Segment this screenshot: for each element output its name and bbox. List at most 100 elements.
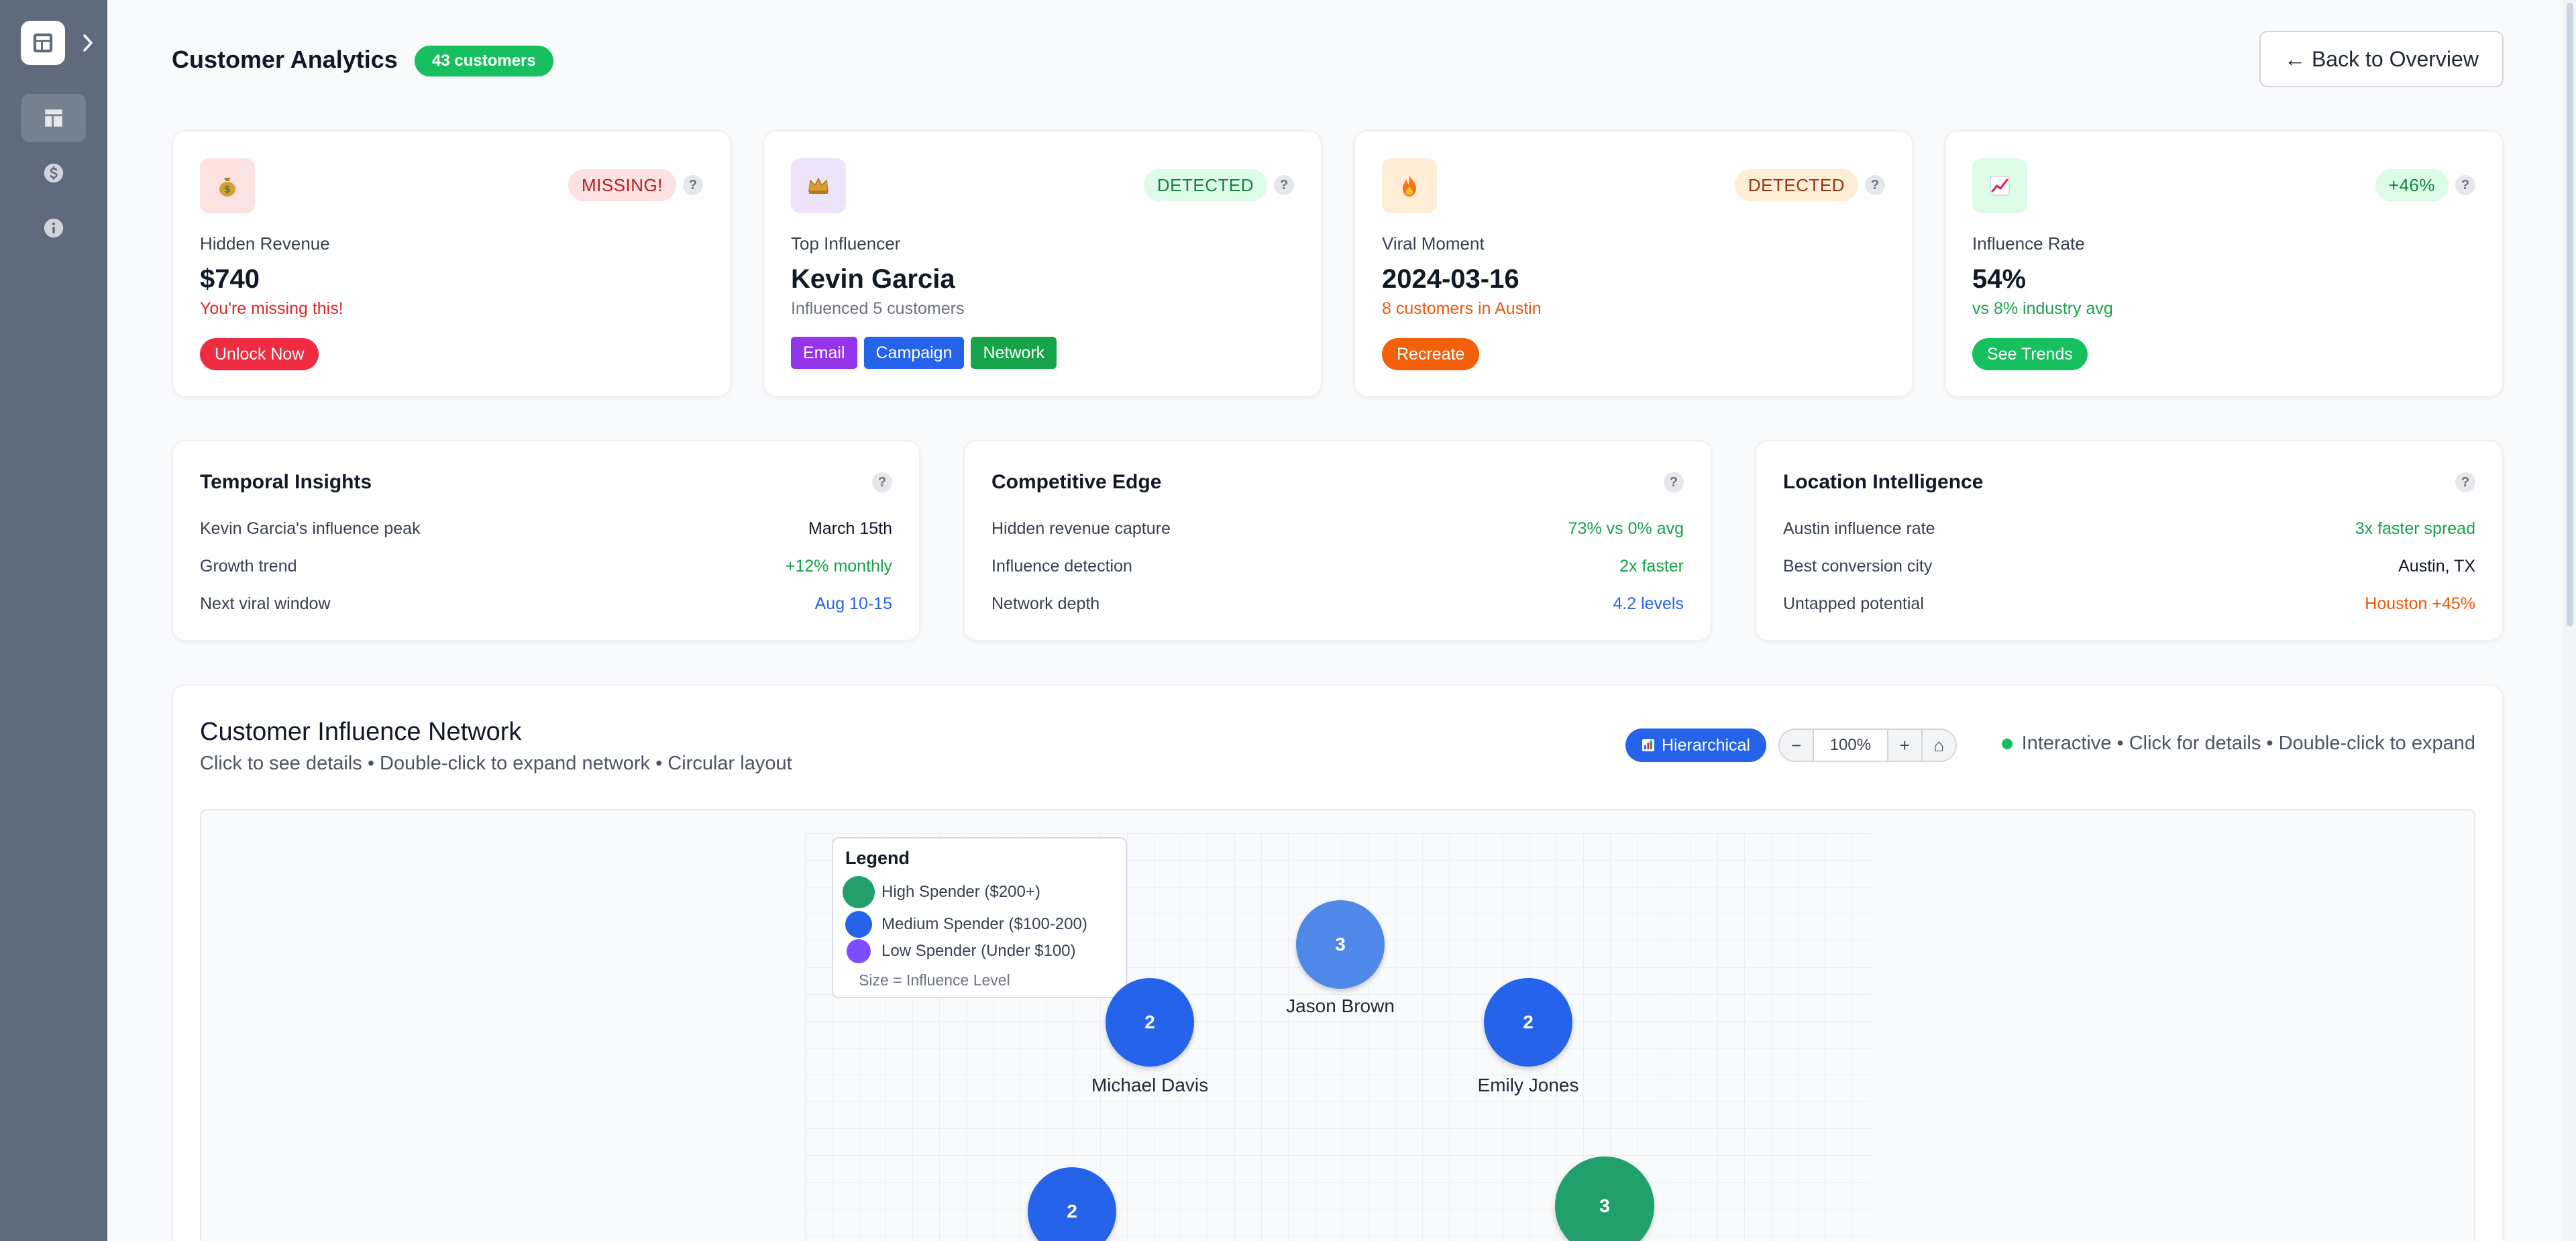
stat-value: $740 (200, 264, 260, 294)
sidebar (0, 0, 107, 1241)
stat-value: 2024-03-16 (1382, 264, 1519, 294)
network-subtitle: Click to see details • Double-click to e… (200, 753, 792, 774)
back-to-overview-button[interactable]: ← Back to Overview (2259, 31, 2504, 87)
insight-row: Influence detection 2x faster (991, 553, 1684, 580)
insight-key: Next viral window (200, 594, 331, 613)
legend-title: Legend (845, 848, 910, 868)
insight-key: Untapped potential (1783, 594, 1924, 613)
customer-count-badge: 43 customers (415, 46, 553, 76)
legend-dot-low (847, 939, 871, 963)
insight-value: Houston +45% (2365, 594, 2475, 613)
chart-increasing-icon (1972, 158, 2027, 213)
help-button[interactable]: ? (1664, 472, 1684, 492)
stat-value: Kevin Garcia (791, 264, 955, 294)
crown-icon (791, 158, 846, 213)
insight-value: 2x faster (1619, 556, 1684, 576)
insight-card-competitive: Competitive Edge ? Hidden revenue captur… (963, 440, 1712, 641)
zoom-controls: − 100% + ⌂ (1778, 729, 1957, 762)
insight-key: Hidden revenue capture (991, 519, 1171, 538)
legend-dot-medium (845, 911, 872, 938)
insight-row: Growth trend +12% monthly (200, 553, 892, 580)
insight-value: 4.2 levels (1613, 594, 1684, 613)
page-scrollbar[interactable] (2563, 0, 2576, 1241)
insight-row: Network depth 4.2 levels (991, 590, 1684, 617)
stat-subtext: vs 8% industry avg (1972, 299, 2113, 318)
legend-note: Size = Influence Level (859, 971, 1010, 989)
network-node-emily-jones[interactable]: 2 (1484, 978, 1572, 1067)
network-node-jason-brown[interactable]: 3 (1296, 900, 1385, 989)
legend-item-low: Low Spender (Under $100) (845, 939, 1076, 963)
stat-status-badge: DETECTED (1143, 169, 1267, 201)
sidebar-item-dashboard[interactable] (21, 94, 86, 142)
network-canvas[interactable]: Legend High Spender ($200+) Medium Spend… (200, 809, 2475, 1241)
insight-value: 3x faster spread (2355, 519, 2475, 538)
legend-label: Low Spender (Under $100) (881, 942, 1076, 960)
insight-title: Location Intelligence (1783, 471, 1984, 493)
scrollbar-thumb[interactable] (2567, 3, 2573, 627)
info-icon (44, 218, 64, 238)
layout-toggle-button[interactable]: Hierarchical (1625, 729, 1766, 762)
insight-row: Kevin Garcia's influence peak March 15th (200, 515, 892, 542)
network-hint-text: Interactive • Click for details • Double… (2021, 733, 2475, 754)
stat-status-badge: +46% (2375, 169, 2449, 201)
help-button[interactable]: ? (2455, 175, 2475, 195)
stat-label: Top Influencer (791, 233, 901, 254)
insight-key: Kevin Garcia's influence peak (200, 519, 421, 538)
recreate-button[interactable]: Recreate (1382, 338, 1480, 370)
channel-tags: Email Campaign Network (791, 337, 1057, 369)
tag-campaign[interactable]: Campaign (863, 337, 965, 369)
insight-row: Hidden revenue capture 73% vs 0% avg (991, 515, 1684, 542)
legend-item-high: High Spender ($200+) (843, 876, 1040, 908)
main-content: Customer Analytics 43 customers ← Back t… (107, 0, 2563, 1241)
fire-icon (1382, 158, 1437, 213)
layout-button-label: Hierarchical (1662, 735, 1750, 755)
insight-value: Austin, TX (2398, 556, 2475, 576)
legend-label: Medium Spender ($100-200) (881, 915, 1087, 933)
zoom-level: 100% (1813, 730, 1888, 761)
help-button[interactable]: ? (1865, 175, 1885, 195)
tag-email[interactable]: Email (791, 337, 857, 369)
stat-card-influence-rate: +46% ? Influence Rate 54% vs 8% industry… (1944, 130, 2504, 397)
insight-title: Temporal Insights (200, 471, 372, 493)
insight-value: Aug 10-15 (814, 594, 892, 613)
insight-title: Competitive Edge (991, 471, 1162, 493)
stat-value: 54% (1972, 264, 2027, 294)
stat-label: Hidden Revenue (200, 233, 330, 254)
node-label: Jason Brown (1286, 995, 1395, 1016)
sidebar-item-revenue[interactable] (21, 149, 86, 197)
help-button[interactable]: ? (872, 472, 892, 492)
insight-value: 73% vs 0% avg (1568, 519, 1684, 538)
stat-subtext: 8 customers in Austin (1382, 299, 1542, 318)
insight-key: Best conversion city (1783, 556, 1933, 576)
network-legend: Legend High Spender ($200+) Medium Spend… (832, 837, 1127, 998)
zoom-out-button[interactable]: − (1780, 730, 1813, 761)
zoom-reset-home-icon[interactable]: ⌂ (1923, 730, 1955, 761)
layout-icon (33, 33, 53, 53)
dashboard-icon (45, 109, 62, 127)
legend-dot-high (843, 876, 875, 908)
network-hint: Interactive • Click for details • Double… (2001, 733, 2475, 755)
network-node-michael-davis[interactable]: 2 (1106, 978, 1194, 1067)
see-trends-button[interactable]: See Trends (1972, 338, 2088, 370)
insight-key: Influence detection (991, 556, 1132, 576)
unlock-now-button[interactable]: Unlock Now (200, 338, 319, 370)
page-header: Customer Analytics 43 customers ← Back t… (172, 30, 2504, 90)
stat-label: Viral Moment (1382, 233, 1485, 254)
page-title: Customer Analytics (172, 46, 398, 73)
legend-item-medium: Medium Spender ($100-200) (845, 911, 1087, 938)
stat-card-top-influencer: DETECTED ? Top Influencer Kevin Garcia I… (763, 130, 1322, 397)
help-button[interactable]: ? (683, 175, 703, 195)
insight-row: Next viral window Aug 10-15 (200, 590, 892, 617)
insight-key: Growth trend (200, 556, 297, 576)
help-button[interactable]: ? (2455, 472, 2475, 492)
stat-card-hidden-revenue: $ MISSING! ? Hidden Revenue $740 You're … (172, 130, 731, 397)
tag-network[interactable]: Network (971, 337, 1057, 369)
sidebar-expand-button[interactable] (78, 30, 98, 56)
network-title: Customer Influence Network (200, 718, 522, 746)
zoom-in-button[interactable]: + (1888, 730, 1921, 761)
help-button[interactable]: ? (1274, 175, 1294, 195)
app-logo[interactable] (21, 21, 65, 65)
legend-label: High Spender ($200+) (881, 883, 1040, 901)
sidebar-item-info[interactable] (21, 204, 86, 252)
stat-subtext: Influenced 5 customers (791, 299, 965, 318)
